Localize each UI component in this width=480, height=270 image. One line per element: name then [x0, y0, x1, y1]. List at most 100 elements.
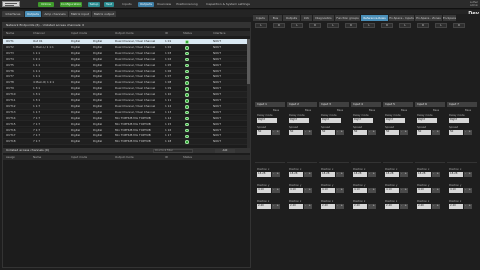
link-button[interactable]: R: [453, 23, 465, 28]
stepper-down-button[interactable]: -: [336, 130, 340, 135]
col-status[interactable]: Status: [183, 155, 192, 160]
stepper-down-button[interactable]: -: [336, 188, 340, 193]
delay-mode-select[interactable]: Right: [289, 118, 309, 123]
col-interface[interactable]: Interface: [213, 31, 226, 36]
stepper-up-button[interactable]: +: [276, 130, 280, 135]
col-id[interactable]: ID: [165, 31, 168, 36]
col-output-mode[interactable]: Output mode: [115, 155, 134, 160]
table-row[interactable]: OUT7 1 1:1 Digital Digital Dual Channel / Du…: [3, 74, 250, 81]
delay-mode-select[interactable]: Right: [417, 118, 437, 123]
stepper-down-button[interactable]: -: [432, 130, 436, 135]
stepper-down-button[interactable]: -: [368, 130, 372, 135]
link-button[interactable]: L: [255, 23, 267, 28]
tab-en-space-zones[interactable]: En-Space - Zones: [415, 15, 442, 21]
pos-y-field[interactable]: 4.10: [289, 188, 303, 193]
endpoints-scrollbar[interactable]: [247, 39, 250, 149]
tab-outputs[interactable]: Outputs: [25, 11, 41, 17]
spread-field[interactable]: 50: [449, 130, 463, 135]
table-row[interactable]: OUT9 1 3:1 Digital Digital Dual Channel / Du…: [3, 86, 250, 92]
stepper-up-button[interactable]: +: [308, 188, 312, 193]
col-input-mode[interactable]: Input mode: [71, 31, 87, 36]
scrollbar-thumb[interactable]: [247, 39, 250, 84]
nav-positioning-button[interactable]: Positionierung: [174, 2, 200, 7]
pos-x-field[interactable]: 18.28: [321, 172, 335, 177]
stepper-down-button[interactable]: -: [304, 204, 308, 209]
delay-mode-select[interactable]: Right: [449, 118, 469, 123]
pos-y-field[interactable]: 4.10: [385, 188, 399, 193]
stepper-up-button[interactable]: +: [340, 204, 344, 209]
channel-name[interactable]: Input 3: [319, 102, 349, 107]
stepper-up-button[interactable]: +: [340, 188, 344, 193]
table-row[interactable]: OUT1 Out 01 Digital Digital Dual Channel / D…: [3, 39, 250, 45]
pos-y-field[interactable]: 4.10: [417, 188, 431, 193]
stepper-down-button[interactable]: -: [368, 188, 372, 193]
stepper-up-button[interactable]: +: [276, 204, 280, 209]
table-row[interactable]: OUT10 1 3:1 Digital Digital Dual Channel / D…: [3, 92, 250, 98]
stepper-up-button[interactable]: +: [436, 204, 440, 209]
stepper-down-button[interactable]: -: [272, 130, 276, 135]
delay-mode-select[interactable]: Right: [257, 118, 277, 123]
stepper-down-button[interactable]: -: [464, 188, 468, 193]
mode-configuration-button[interactable]: Configuration: [60, 2, 82, 7]
spread-field[interactable]: 50: [289, 130, 303, 135]
nav-overview-button[interactable]: Overview: [156, 2, 172, 7]
stepper-down-button[interactable]: -: [304, 188, 308, 193]
stepper-up-button[interactable]: +: [340, 172, 344, 177]
stepper-up-button[interactable]: +: [404, 172, 408, 177]
pos-x-field[interactable]: 18.28: [257, 172, 271, 177]
mode-setup-button[interactable]: Setup: [88, 2, 100, 7]
tab-diagnostics[interactable]: Diagnostics: [313, 15, 334, 21]
stepper-up-button[interactable]: +: [372, 188, 376, 193]
pos-z-field[interactable]: 2.40: [321, 204, 335, 209]
mode-test-button[interactable]: Test: [104, 2, 114, 7]
stepper-down-button[interactable]: -: [464, 204, 468, 209]
pos-z-field[interactable]: 2.40: [289, 204, 303, 209]
spread-field[interactable]: 50: [417, 130, 431, 135]
table-row[interactable]: OUT14 7 1:7 Digital Digital Mix TOPHUB Mix T…: [3, 115, 250, 122]
delay-mode-select[interactable]: Right: [353, 118, 373, 123]
table-row[interactable]: OUT5 1 1:1 Digital Digital Dual Channel / Du…: [3, 63, 250, 69]
pos-x-field[interactable]: 18.28: [417, 172, 431, 177]
stepper-up-button[interactable]: +: [308, 204, 312, 209]
stepper-up-button[interactable]: +: [468, 204, 472, 209]
stepper-up-button[interactable]: +: [468, 130, 472, 135]
stepper-down-button[interactable]: -: [304, 172, 308, 177]
tab-inputs[interactable]: Inputs: [253, 15, 268, 21]
stepper-down-button[interactable]: -: [400, 130, 404, 135]
stepper-up-button[interactable]: +: [436, 172, 440, 177]
link-button[interactable]: R: [309, 23, 321, 28]
user-info[interactable]: Luther Admin: [470, 1, 478, 7]
mode-online-button[interactable]: Online: [38, 2, 54, 7]
col-input-mode[interactable]: Input mode: [71, 155, 87, 160]
pos-x-field[interactable]: 18.28: [449, 172, 463, 177]
pos-x-field[interactable]: 18.28: [289, 172, 303, 177]
channel-name[interactable]: Input 2: [287, 102, 317, 107]
stepper-up-button[interactable]: +: [404, 188, 408, 193]
tab-en-space[interactable]: En-Space: [443, 15, 456, 21]
stepper-down-button[interactable]: -: [336, 172, 340, 177]
table-row[interactable]: OUT17 7 1:7 Digital Digital Mix TOPHUB Mix T…: [3, 133, 250, 140]
link-button[interactable]: L: [291, 23, 303, 28]
delay-mode-select[interactable]: Right: [321, 118, 341, 123]
pos-y-field[interactable]: 4.10: [449, 188, 463, 193]
stepper-down-button[interactable]: -: [368, 204, 372, 209]
pos-x-field[interactable]: 18.28: [353, 172, 367, 177]
tab-reference-rows[interactable]: Reference-Rows: [361, 15, 388, 21]
table-row[interactable]: OUT11 1 3:1 Digital Digital Dual Channel / D…: [3, 98, 250, 104]
stepper-down-button[interactable]: -: [272, 188, 276, 193]
table-row[interactable]: OUT15 7 1:7 Digital Digital Mix TOPHUB Mix T…: [3, 122, 250, 128]
col-status[interactable]: Status: [183, 31, 192, 36]
pos-z-field[interactable]: 2.40: [257, 204, 271, 209]
pos-z-field[interactable]: 2.40: [417, 204, 431, 209]
stepper-up-button[interactable]: +: [404, 130, 408, 135]
col-assign[interactable]: Assign: [6, 155, 15, 160]
stepper-up-button[interactable]: +: [372, 130, 376, 135]
tab-matrix-output[interactable]: Matrix output: [92, 11, 116, 17]
stepper-down-button[interactable]: -: [464, 130, 468, 135]
nav-system-settings-button[interactable]: Inspektion & System settings: [204, 2, 252, 7]
channel-name[interactable]: Input 1: [255, 102, 285, 107]
tab-outputs[interactable]: Outputs: [283, 15, 300, 21]
col-id[interactable]: ID: [165, 155, 168, 160]
table-row[interactable]: OUT12 1 1:7 Digital Digital Dual Channel / D…: [3, 103, 250, 110]
link-button[interactable]: R: [345, 23, 357, 28]
